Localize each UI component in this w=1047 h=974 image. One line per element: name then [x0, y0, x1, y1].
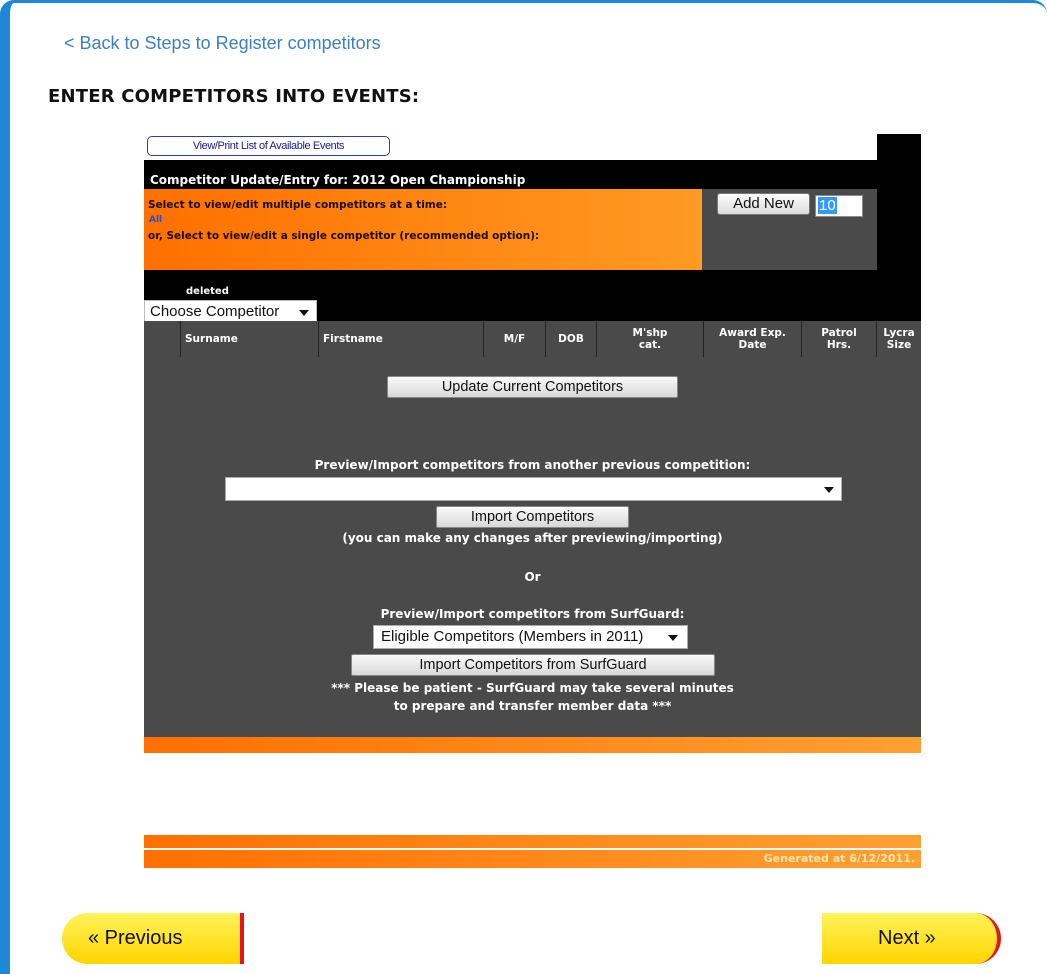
chevron-down-icon — [824, 487, 834, 493]
competitor-entry-panel: View/Print List of Available Events Comp… — [144, 134, 921, 868]
next-button[interactable]: Next » — [822, 913, 1001, 964]
add-new-count-value: 10 — [818, 197, 837, 214]
chevron-down-icon — [299, 310, 309, 316]
column-select — [144, 321, 180, 357]
orange-divider-top — [144, 737, 921, 753]
surfguard-text: Preview/Import competitors from SurfGuar… — [380, 607, 685, 621]
select-single-text: or, Select to view/edit a single competi… — [148, 230, 540, 242]
column-award-expiry: Award Exp. Date — [703, 321, 801, 357]
import-competitors-button[interactable]: Import Competitors — [436, 506, 629, 528]
import-from-surfguard-button[interactable]: Import Competitors from SurfGuard — [351, 654, 715, 676]
view-print-strip: View/Print List of Available Events — [144, 134, 877, 160]
previous-competition-select[interactable] — [225, 477, 842, 501]
add-new-button[interactable]: Add New — [717, 193, 810, 215]
patience-line-1: *** Please be patient - SurfGuard may ta… — [331, 681, 734, 695]
column-dob: DOB — [545, 321, 596, 357]
back-to-steps-link[interactable]: < Back to Steps to Register competitors — [64, 33, 381, 54]
or-text: Or — [524, 570, 541, 584]
competitor-table-header: Surname Firstname M/F DOB M'shp cat. Awa… — [144, 321, 921, 357]
panel-title: Competitor Update/Entry for: 2012 Open C… — [150, 173, 526, 187]
update-current-competitors-button[interactable]: Update Current Competitors — [387, 376, 678, 398]
choose-competitor-value: Choose Competitor — [150, 303, 280, 320]
column-surname: Surname — [180, 321, 318, 357]
select-multiple-text: Select to view/edit multiple competitors… — [148, 199, 448, 211]
previous-button[interactable]: « Previous — [62, 913, 244, 964]
add-new-box: Add New 10 — [702, 189, 877, 270]
all-competitors-link[interactable]: All — [149, 215, 162, 225]
column-membership-category: M'shp cat. — [596, 321, 703, 357]
column-patrol-hours: Patrol Hrs. — [801, 321, 876, 357]
competitor-select-box: Select to view/edit multiple competitors… — [144, 189, 702, 324]
irb-line-3: Please note that your IRB Duty requireme… — [211, 817, 854, 829]
irb-line-1: You currently have 0 registered competit… — [313, 780, 752, 792]
page-heading: ENTER COMPETITORS INTO EVENTS: — [48, 86, 420, 107]
generated-timestamp: Generated at 6/12/2011. — [763, 852, 915, 865]
column-firstname: Firstname — [318, 321, 483, 357]
preview-import-text: Preview/Import competitors from another … — [314, 458, 751, 472]
import-note: (you can make any changes after previewi… — [342, 531, 723, 545]
view-print-events-button[interactable]: View/Print List of Available Events — [147, 136, 390, 156]
add-new-count-input[interactable]: 10 — [815, 195, 863, 217]
column-gender: M/F — [483, 321, 545, 357]
deleted-label: deleted — [186, 286, 229, 297]
import-area: Update Current Competitors Preview/Impor… — [144, 357, 921, 737]
patience-line-2: to prepare and transfer member data *** — [393, 699, 672, 713]
irb-duty-label: IRB Duty: — [176, 762, 235, 775]
chevron-down-icon — [668, 635, 678, 641]
surfguard-eligible-select[interactable]: Eligible Competitors (Members in 2011) — [373, 625, 688, 649]
irb-line-2: This fulfills your IRB Duty requirement … — [299, 795, 766, 807]
column-lycra-size: Lycra Size — [876, 321, 921, 357]
orange-divider-middle — [144, 835, 921, 848]
surfguard-select-value: Eligible Competitors (Members in 2011) — [381, 628, 644, 645]
